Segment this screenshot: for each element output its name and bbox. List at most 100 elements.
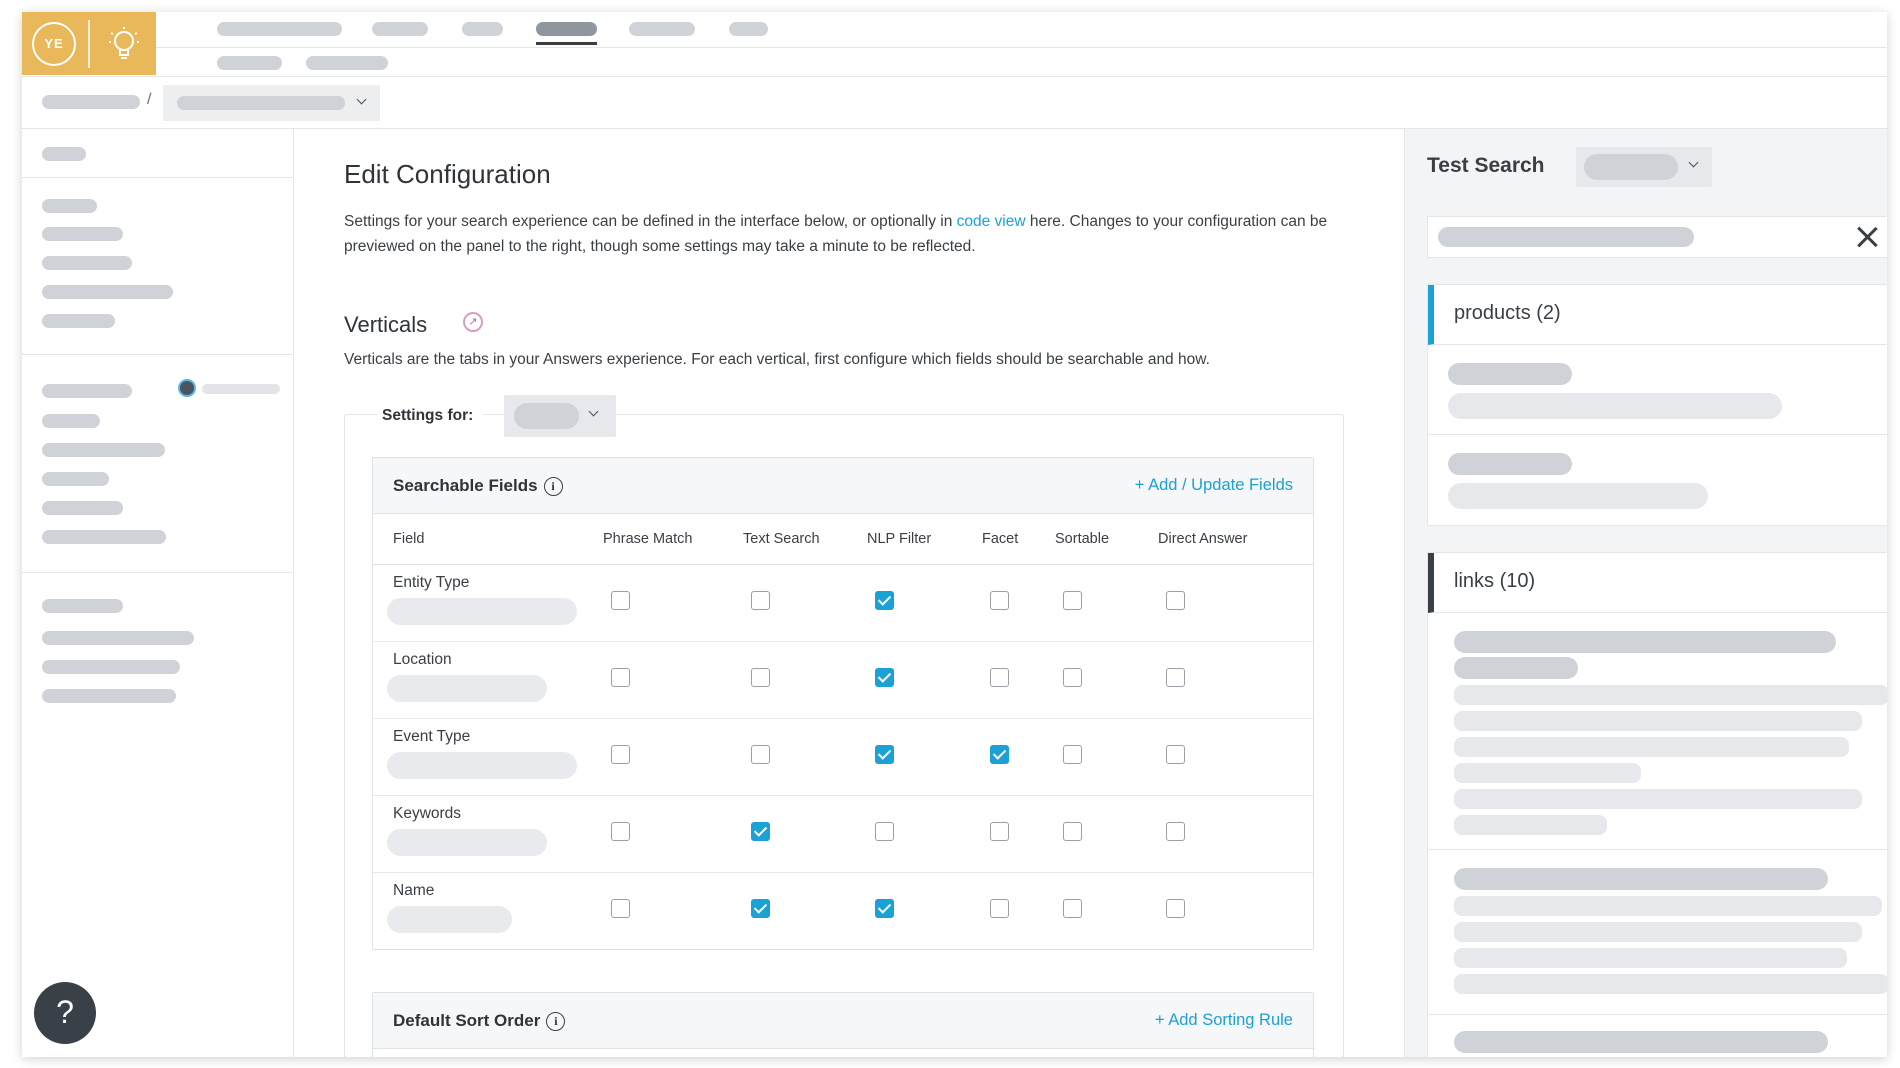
sidebar-item-placeholder[interactable] xyxy=(42,199,97,213)
card-header: Default Sort Order i + Add Sorting Rule xyxy=(373,993,1313,1049)
settings-for-label: Settings for: xyxy=(378,407,484,425)
nav-item-placeholder[interactable] xyxy=(629,22,695,36)
result-card[interactable] xyxy=(1428,1015,1887,1057)
sidebar-item-placeholder[interactable] xyxy=(42,599,123,613)
checkbox[interactable] xyxy=(1166,821,1185,841)
sidebar-item-placeholder[interactable] xyxy=(42,689,176,703)
sidebar-item-placeholder[interactable] xyxy=(42,660,180,674)
checkbox[interactable] xyxy=(990,667,1009,687)
code-view-link[interactable]: code view xyxy=(957,213,1026,230)
subnav-item-placeholder[interactable] xyxy=(306,56,388,70)
checkbox[interactable] xyxy=(1166,667,1185,687)
sidebar-item-placeholder[interactable] xyxy=(42,631,194,645)
vertical-header[interactable]: products (2) xyxy=(1428,285,1887,345)
links-results-section: links (10) xyxy=(1427,552,1887,1057)
nav-item-placeholder[interactable] xyxy=(372,22,428,36)
links-vertical-label: links (10) xyxy=(1454,570,1536,592)
checkbox[interactable] xyxy=(990,590,1009,610)
checkbox[interactable] xyxy=(751,590,770,610)
checkbox[interactable] xyxy=(611,590,630,610)
column-header: Text Search xyxy=(743,514,867,565)
table-row: Name xyxy=(373,872,1313,949)
result-title-placeholder xyxy=(1454,631,1836,653)
field-key-placeholder xyxy=(387,598,577,625)
checkbox[interactable] xyxy=(1063,821,1082,841)
status-indicator-icon[interactable] xyxy=(178,379,196,397)
test-search-dropdown[interactable] xyxy=(1576,147,1712,187)
checkbox-cell xyxy=(603,718,743,796)
logo-block[interactable]: YE XT xyxy=(22,12,156,91)
sidebar-divider xyxy=(22,354,294,355)
sidebar-item-placeholder[interactable] xyxy=(42,472,109,486)
checkbox[interactable] xyxy=(751,744,770,764)
checkbox[interactable] xyxy=(1063,667,1082,687)
checkbox[interactable] xyxy=(875,898,894,918)
checkbox-cell xyxy=(982,718,1055,796)
checkbox[interactable] xyxy=(1166,744,1185,764)
vertical-select[interactable] xyxy=(504,395,616,437)
info-icon[interactable]: i xyxy=(546,1012,566,1032)
nav-item-placeholder[interactable] xyxy=(462,22,503,36)
sidebar-item-placeholder[interactable] xyxy=(42,256,132,270)
verticals-help-icon[interactable]: ↗ xyxy=(463,312,483,332)
sidebar-item-placeholder[interactable] xyxy=(42,227,123,241)
subnav-item-placeholder[interactable] xyxy=(217,56,282,70)
add-update-fields-link[interactable]: + Add / Update Fields xyxy=(1135,476,1293,495)
checkbox[interactable] xyxy=(1166,898,1185,918)
vertical-header[interactable]: links (10) xyxy=(1428,553,1887,613)
checkbox[interactable] xyxy=(990,744,1009,764)
verticals-title: Verticals xyxy=(344,312,428,337)
checkbox[interactable] xyxy=(875,744,894,764)
checkbox-cell xyxy=(1055,641,1158,719)
top-nav-bar: YE XT xyxy=(22,12,1887,91)
checkbox[interactable] xyxy=(1166,590,1185,610)
checkbox[interactable] xyxy=(611,898,630,918)
active-nav-underline xyxy=(536,42,597,45)
checkbox[interactable] xyxy=(875,667,894,687)
checkbox[interactable] xyxy=(1063,590,1082,610)
checkbox[interactable] xyxy=(990,898,1009,918)
add-sorting-rule-link[interactable]: + Add Sorting Rule xyxy=(1155,1011,1293,1030)
checkbox[interactable] xyxy=(1063,898,1082,918)
result-text-placeholder xyxy=(1454,815,1607,835)
checkbox[interactable] xyxy=(751,667,770,687)
help-button[interactable]: ? xyxy=(34,982,96,1044)
result-card[interactable] xyxy=(1428,345,1887,435)
test-search-panel: Test Search products (2) links (10) xyxy=(1404,129,1887,1057)
column-header: Phrase Match xyxy=(603,514,743,565)
checkbox[interactable] xyxy=(611,667,630,687)
sidebar-item-placeholder[interactable] xyxy=(42,147,86,161)
result-card[interactable] xyxy=(1428,435,1887,525)
sidebar-item-placeholder[interactable] xyxy=(42,314,115,328)
checkbox[interactable] xyxy=(751,821,770,841)
sidebar-item-placeholder[interactable] xyxy=(42,530,166,544)
breadcrumb-item-placeholder[interactable] xyxy=(42,95,140,109)
checkbox[interactable] xyxy=(611,744,630,764)
description-text: Settings for your search experience can … xyxy=(344,213,957,230)
nav-item-placeholder[interactable] xyxy=(217,22,342,36)
sidebar-item-placeholder[interactable] xyxy=(42,414,100,428)
sidebar-item-placeholder[interactable] xyxy=(42,384,132,398)
sidebar-item-placeholder[interactable] xyxy=(42,443,165,457)
checkbox-cell xyxy=(1158,641,1313,719)
breadcrumb-dropdown[interactable] xyxy=(163,85,380,121)
close-icon[interactable] xyxy=(1853,223,1881,251)
checkbox[interactable] xyxy=(611,821,630,841)
checkbox[interactable] xyxy=(751,898,770,918)
info-icon[interactable]: i xyxy=(543,477,563,497)
checkbox[interactable] xyxy=(990,821,1009,841)
checkbox[interactable] xyxy=(875,590,894,610)
result-card[interactable] xyxy=(1428,850,1887,1015)
nav-item-active-placeholder[interactable] xyxy=(536,22,597,36)
checkbox-cell xyxy=(1158,795,1313,873)
result-card[interactable] xyxy=(1428,613,1887,850)
nav-item-placeholder[interactable] xyxy=(729,22,768,36)
test-search-input[interactable] xyxy=(1427,216,1887,258)
checkbox-cell xyxy=(867,872,982,949)
sidebar-item-placeholder[interactable] xyxy=(42,285,173,299)
checkbox[interactable] xyxy=(875,821,894,841)
field-key-placeholder xyxy=(387,752,577,779)
checkbox-cell xyxy=(743,872,867,949)
sidebar-item-placeholder[interactable] xyxy=(42,501,123,515)
checkbox[interactable] xyxy=(1063,744,1082,764)
